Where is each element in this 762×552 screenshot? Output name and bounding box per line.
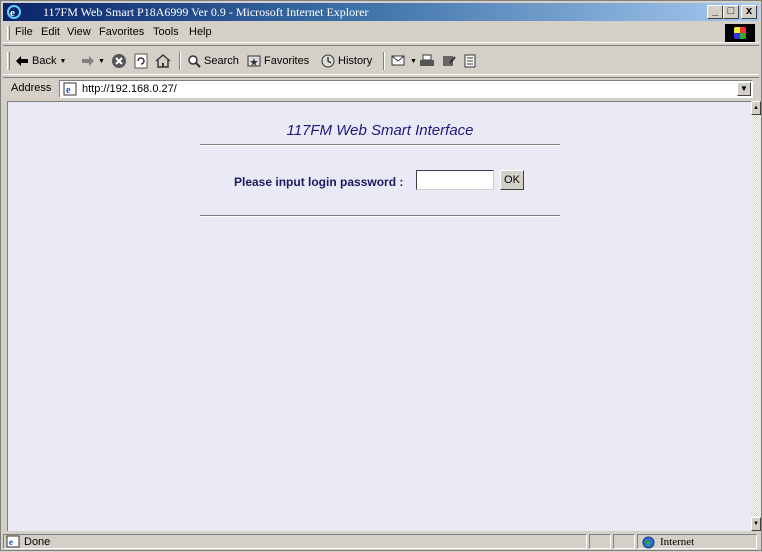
status-security-panel [613, 534, 635, 549]
home-icon [155, 54, 171, 68]
search-label: Search [204, 55, 239, 67]
back-button[interactable]: Back ▼ [15, 52, 66, 70]
page-title: 117FM Web Smart Interface [286, 122, 474, 139]
menu-favorites[interactable]: Favorites [99, 26, 144, 38]
ie-logo-icon: e [6, 4, 22, 20]
toolbar-separator [383, 52, 385, 70]
forward-dropdown-icon[interactable]: ▼ [98, 58, 105, 65]
login-password-label: Please input login password : [234, 175, 404, 189]
stop-icon [112, 54, 126, 68]
refresh-icon [134, 53, 148, 69]
favorites-icon [247, 55, 261, 67]
window-title: 117FM Web Smart P18A6999 Ver 0.9 - Micro… [43, 5, 369, 19]
history-icon [321, 54, 335, 68]
maximize-button[interactable]: □ [723, 5, 739, 19]
back-label: Back [32, 55, 57, 67]
status-text: Done [24, 536, 51, 548]
address-url: http://192.168.0.27/ [82, 83, 177, 95]
mail-icon [391, 55, 405, 66]
done-icon: e [6, 535, 20, 551]
menu-file[interactable]: File [15, 26, 33, 38]
ok-button[interactable]: OK [500, 170, 524, 190]
stop-button[interactable] [111, 52, 127, 70]
search-button[interactable]: Search [187, 52, 239, 70]
top-divider [200, 144, 560, 146]
svg-text:e: e [10, 7, 15, 19]
status-progress-panel [589, 534, 611, 549]
discuss-icon [464, 54, 476, 68]
address-dropdown-button[interactable]: ▼ [737, 82, 751, 96]
toolbar-separator [179, 52, 181, 70]
mail-dropdown-icon[interactable]: ▼ [410, 58, 417, 65]
menu-tools[interactable]: Tools [153, 26, 179, 38]
print-button[interactable] [419, 52, 435, 70]
status-text-panel: e Done [3, 534, 587, 549]
refresh-button[interactable] [133, 52, 149, 70]
close-button[interactable]: x [741, 5, 757, 19]
browser-window: e 117FM Web Smart P18A6999 Ver 0.9 - Mic… [0, 0, 762, 551]
history-button[interactable]: History [321, 52, 372, 70]
page-icon: e [63, 82, 77, 96]
menu-view[interactable]: View [67, 26, 91, 38]
home-button[interactable] [155, 52, 171, 70]
page-content: 117FM Web Smart Interface Please input l… [7, 101, 751, 531]
svg-text:e: e [9, 537, 13, 547]
back-dropdown-icon[interactable]: ▼ [59, 58, 66, 65]
mail-button[interactable]: ▼ [391, 52, 417, 70]
forward-button[interactable]: ▼ [81, 52, 105, 70]
address-label: Address [11, 82, 52, 94]
edit-icon [443, 56, 456, 66]
favorites-button[interactable]: Favorites [247, 52, 309, 70]
password-input[interactable] [416, 170, 494, 190]
standard-toolbar: Back ▼ ▼ Search Favorites History ▼ [3, 45, 759, 75]
status-zone-text: Internet [660, 536, 695, 548]
address-input[interactable]: e http://192.168.0.27/ ▼ [59, 80, 753, 98]
menu-help[interactable]: Help [189, 26, 212, 38]
history-label: History [338, 55, 373, 67]
internet-globe-icon [642, 536, 655, 552]
minimize-button[interactable]: _ [707, 5, 723, 19]
address-bar: Address e http://192.168.0.27/ ▼ [3, 77, 759, 99]
status-bar: e Done Internet [3, 533, 759, 550]
print-icon [420, 54, 434, 66]
discuss-button[interactable] [463, 52, 477, 70]
toolbar-grip[interactable] [7, 52, 10, 70]
search-icon [188, 55, 201, 68]
edit-button[interactable] [441, 52, 457, 70]
title-bar[interactable]: e 117FM Web Smart P18A6999 Ver 0.9 - Mic… [3, 3, 759, 21]
back-arrow-icon [16, 56, 28, 66]
svg-text:e: e [66, 85, 71, 96]
forward-arrow-icon [82, 56, 94, 66]
vertical-scrollbar[interactable]: ▲ ▼ [751, 101, 761, 531]
status-zone-panel: Internet [637, 534, 757, 549]
menu-grip[interactable] [7, 26, 10, 40]
windows-flag-icon [734, 27, 746, 39]
menu-bar: File Edit View Favorites Tools Help [3, 23, 759, 43]
favorites-label: Favorites [264, 55, 310, 67]
scroll-up-button[interactable]: ▲ [751, 101, 761, 115]
scroll-down-button[interactable]: ▼ [751, 517, 761, 531]
menu-edit[interactable]: Edit [41, 26, 60, 38]
windows-logo-throbber [725, 24, 755, 42]
bottom-divider [200, 215, 560, 217]
